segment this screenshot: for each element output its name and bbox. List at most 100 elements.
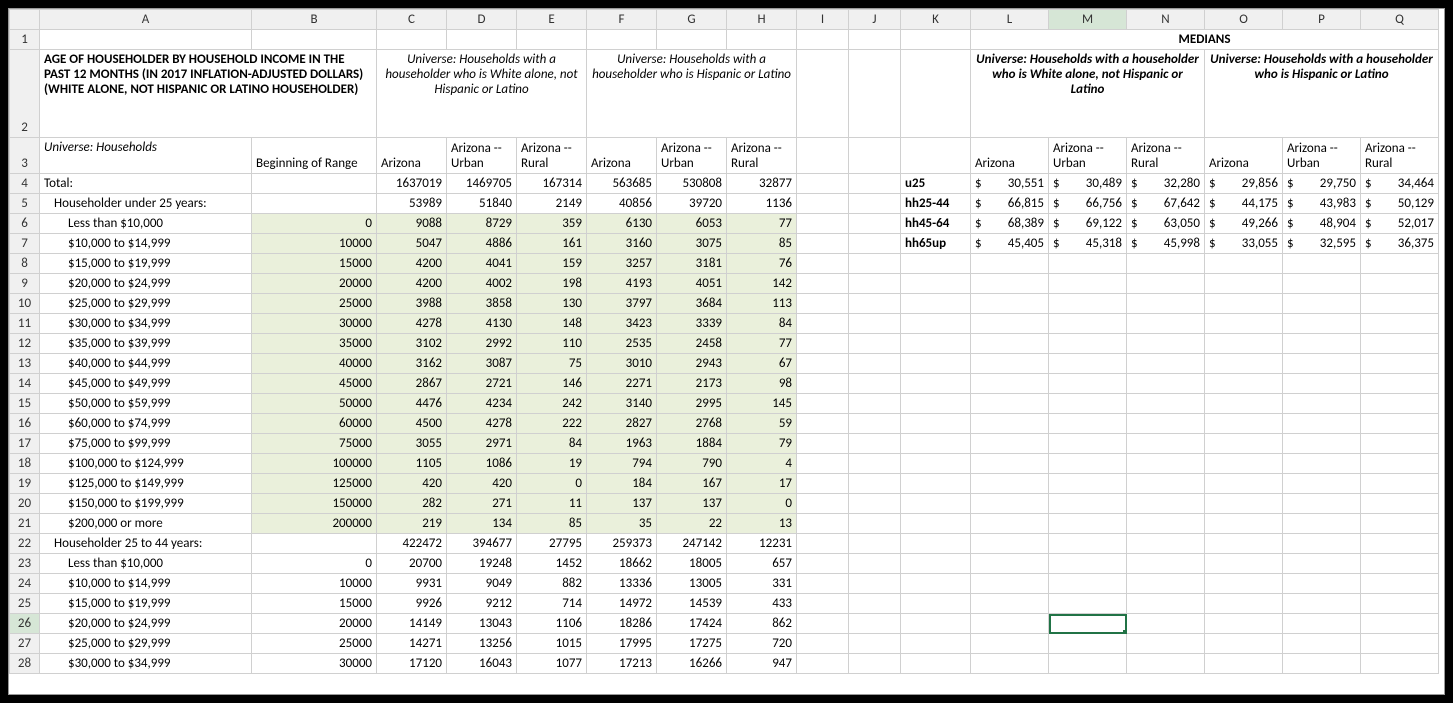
cell-K4[interactable]: u25 [901,174,971,194]
cell-L18[interactable] [971,454,1049,474]
cell-K26[interactable] [901,614,971,634]
cell-D10[interactable]: 3858 [447,294,517,314]
cell-L24[interactable] [971,574,1049,594]
cell-B10[interactable]: 25000 [252,294,377,314]
cell-E21[interactable]: 85 [517,514,587,534]
cell-M19[interactable] [1049,474,1127,494]
cell-Q16[interactable] [1361,414,1439,434]
cell-G28[interactable]: 16266 [657,654,727,674]
cell-L13[interactable] [971,354,1049,374]
cell-E19[interactable]: 0 [517,474,587,494]
cell-A6[interactable]: Less than $10,000 [40,214,252,234]
cell-H4[interactable]: 32877 [727,174,797,194]
cell-L4[interactable]: $30,551 [971,174,1049,194]
cell-F11[interactable]: 3423 [587,314,657,334]
cell-O17[interactable] [1205,434,1283,454]
cell-F13[interactable]: 3010 [587,354,657,374]
cell-N13[interactable] [1127,354,1205,374]
cell-P17[interactable] [1283,434,1361,454]
cell-P8[interactable] [1283,254,1361,274]
row-header-11[interactable]: 11 [10,314,40,334]
cell-A24[interactable]: $10,000 to $14,999 [40,574,252,594]
cell-A10[interactable]: $25,000 to $29,999 [40,294,252,314]
cell-I5[interactable] [797,194,849,214]
cell-M10[interactable] [1049,294,1127,314]
cell-I17[interactable] [797,434,849,454]
cell-K27[interactable] [901,634,971,654]
cell-K9[interactable] [901,274,971,294]
cell-G7[interactable]: 3075 [657,234,727,254]
spreadsheet-grid[interactable]: A B C D E F G H I J K L M N O P Q 1MEDIA… [8,8,1445,695]
cell-O26[interactable] [1205,614,1283,634]
cell-G20[interactable]: 137 [657,494,727,514]
cell-K3[interactable] [901,138,971,174]
cell-G27[interactable]: 17275 [657,634,727,654]
cell-F28[interactable]: 17213 [587,654,657,674]
cell-G3[interactable]: Arizona -- Urban [657,138,727,174]
cell-F4[interactable]: 563685 [587,174,657,194]
cell-M6[interactable]: $69,122 [1049,214,1127,234]
cell-O15[interactable] [1205,394,1283,414]
cell-I25[interactable] [797,594,849,614]
cell-J17[interactable] [849,434,901,454]
cell-G21[interactable]: 22 [657,514,727,534]
cell-C4[interactable]: 1637019 [377,174,447,194]
cell-L22[interactable] [971,534,1049,554]
cell-N21[interactable] [1127,514,1205,534]
cell-C23[interactable]: 20700 [377,554,447,574]
cell-M8[interactable] [1049,254,1127,274]
cell-C15[interactable]: 4476 [377,394,447,414]
cell-M22[interactable] [1049,534,1127,554]
cell-J14[interactable] [849,374,901,394]
cell-K28[interactable] [901,654,971,674]
cell-N5[interactable]: $67,642 [1127,194,1205,214]
cell-N26[interactable] [1127,614,1205,634]
cell-J23[interactable] [849,554,901,574]
cell-B26[interactable]: 20000 [252,614,377,634]
cell-P9[interactable] [1283,274,1361,294]
cell-O24[interactable] [1205,574,1283,594]
cell-A8[interactable]: $15,000 to $19,999 [40,254,252,274]
cell-Q22[interactable] [1361,534,1439,554]
cell-K2[interactable] [901,50,971,138]
cell-L25[interactable] [971,594,1049,614]
cell-C24[interactable]: 9931 [377,574,447,594]
cell-F15[interactable]: 3140 [587,394,657,414]
cell-C16[interactable]: 4500 [377,414,447,434]
cell-L5[interactable]: $66,815 [971,194,1049,214]
cell-P14[interactable] [1283,374,1361,394]
cell-M24[interactable] [1049,574,1127,594]
cell-E20[interactable]: 11 [517,494,587,514]
cell-A22[interactable]: Householder 25 to 44 years: [40,534,252,554]
col-header-K[interactable]: K [901,10,971,30]
row-header-19[interactable]: 19 [10,474,40,494]
cell-K13[interactable] [901,354,971,374]
cell-F1[interactable] [587,30,657,50]
row-header-20[interactable]: 20 [10,494,40,514]
col-header-F[interactable]: F [587,10,657,30]
cell-P28[interactable] [1283,654,1361,674]
row-header-1[interactable]: 1 [10,30,40,50]
cell-Q26[interactable] [1361,614,1439,634]
cell-F8[interactable]: 3257 [587,254,657,274]
cell-N24[interactable] [1127,574,1205,594]
cell-B13[interactable]: 40000 [252,354,377,374]
cell-G9[interactable]: 4051 [657,274,727,294]
cell-B18[interactable]: 100000 [252,454,377,474]
cell-P25[interactable] [1283,594,1361,614]
cell-P10[interactable] [1283,294,1361,314]
cell-E15[interactable]: 242 [517,394,587,414]
cell-O18[interactable] [1205,454,1283,474]
cell-A15[interactable]: $50,000 to $59,999 [40,394,252,414]
cell-Q13[interactable] [1361,354,1439,374]
cell-A7[interactable]: $10,000 to $14,999 [40,234,252,254]
cell-D28[interactable]: 16043 [447,654,517,674]
col-header-H[interactable]: H [727,10,797,30]
cell-B16[interactable]: 60000 [252,414,377,434]
cell-P12[interactable] [1283,334,1361,354]
cell-L20[interactable] [971,494,1049,514]
cell-E23[interactable]: 1452 [517,554,587,574]
cell-J2[interactable] [849,50,901,138]
cell-N7[interactable]: $45,998 [1127,234,1205,254]
row-header-7[interactable]: 7 [10,234,40,254]
